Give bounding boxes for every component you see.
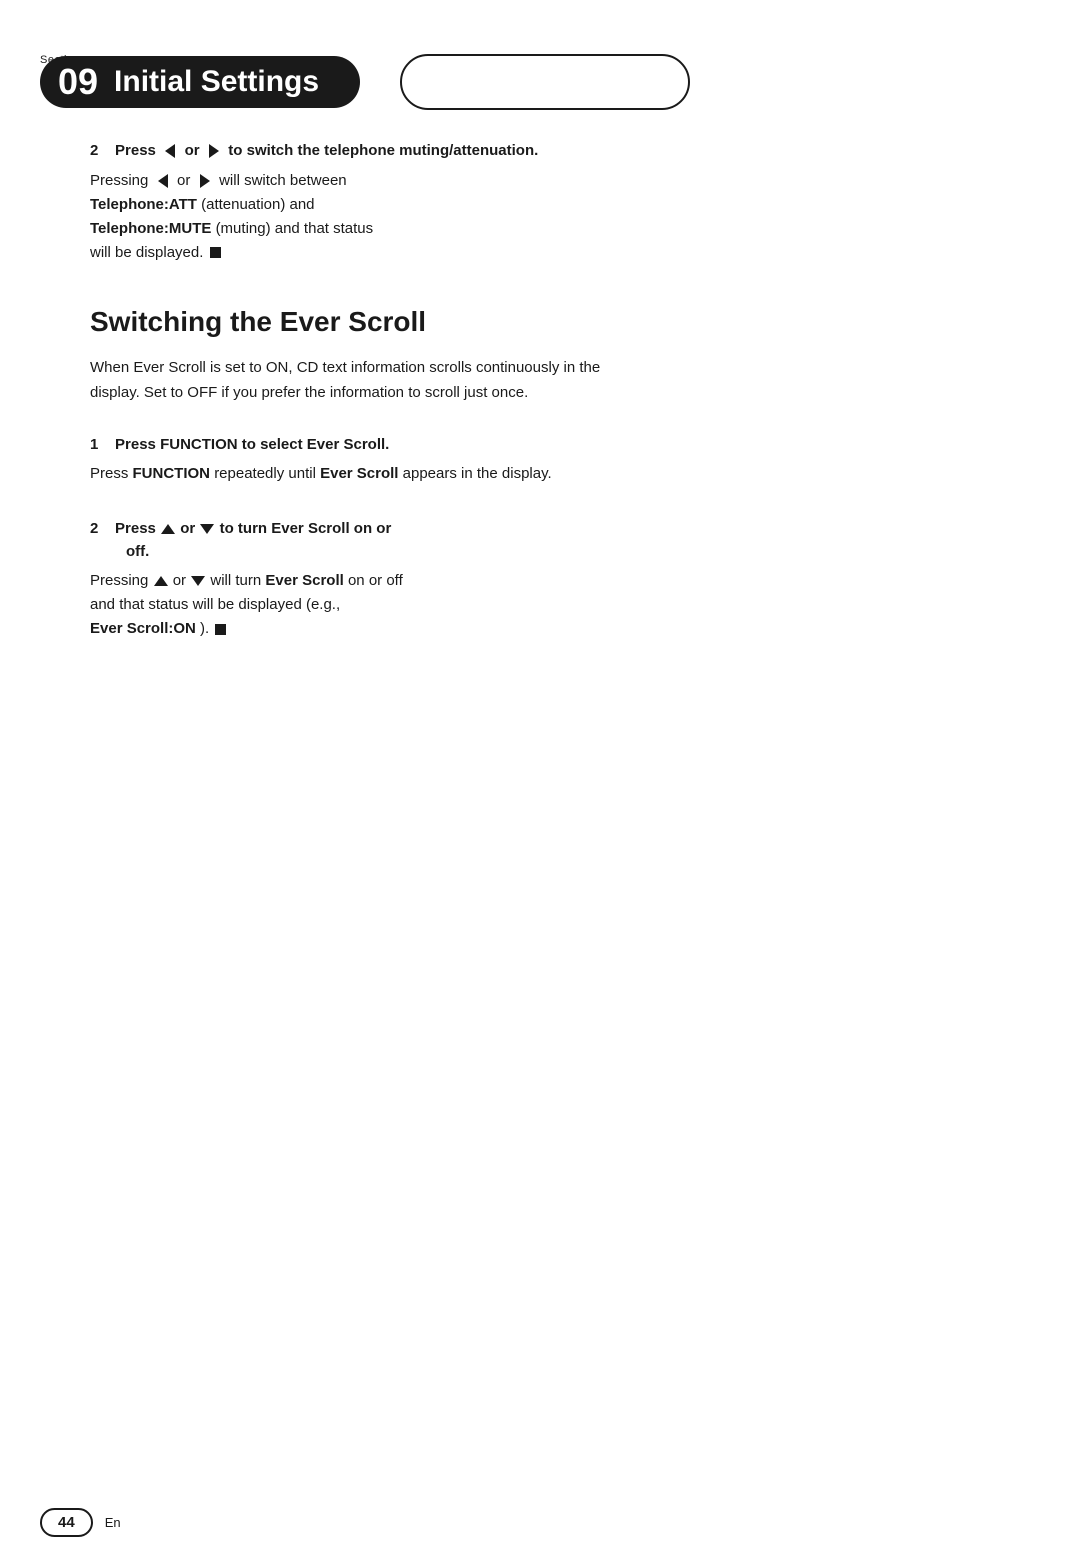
header-area: 09 Initial Settings bbox=[0, 36, 1080, 110]
ever-scroll-intro: When Ever Scroll is set to ON, CD text i… bbox=[90, 356, 610, 406]
step2-ever-scroll-block: 2 Press or to turn Ever Scroll on or off… bbox=[90, 518, 990, 641]
section-title: Initial Settings bbox=[114, 67, 319, 97]
arrow-right-2-icon bbox=[200, 174, 210, 188]
arrow-down-2-icon bbox=[191, 576, 205, 586]
step2-num: 2 bbox=[90, 142, 111, 159]
step1-function-bold: FUNCTION bbox=[133, 465, 211, 482]
step2-telephone-block: 2 Press or to switch the telephone mutin… bbox=[90, 140, 990, 265]
ever-scroll-on-label: Ever Scroll:ON bbox=[90, 620, 196, 637]
step2-es-body-on-off: on or off bbox=[348, 572, 403, 589]
step1-num: 1 bbox=[90, 436, 111, 453]
arrow-right-icon bbox=[209, 144, 219, 158]
step2-es-body-end: ). bbox=[200, 620, 209, 637]
step2-es-off: off. bbox=[90, 543, 149, 560]
step2-body-will-switch: will switch between bbox=[219, 172, 347, 189]
step2-es-num: 2 bbox=[90, 520, 111, 537]
step1-body-appears: appears in the display. bbox=[403, 465, 552, 482]
step2-es-body-will-turn: will turn bbox=[210, 572, 265, 589]
footer: 44 En bbox=[0, 1508, 1080, 1537]
step1-heading-suffix: to select Ever Scroll. bbox=[242, 436, 390, 453]
step1-function-body: Press FUNCTION repeatedly until Ever Scr… bbox=[90, 462, 990, 486]
telephone-att-suffix: (attenuation) and bbox=[201, 196, 314, 213]
arrow-left-2-icon bbox=[158, 174, 168, 188]
footer-language: En bbox=[105, 1515, 121, 1530]
telephone-mute-label: Telephone:MUTE bbox=[90, 220, 211, 237]
small-square-icon bbox=[210, 247, 221, 258]
step1-ever-scroll-bold: Ever Scroll bbox=[320, 465, 398, 482]
step2-telephone-heading: 2 Press or to switch the telephone mutin… bbox=[90, 140, 990, 163]
page-container: Section 09 Initial Settings 2 Press or t… bbox=[0, 36, 1080, 1565]
arrow-up-2-icon bbox=[154, 576, 168, 586]
step2-telephone-body: Pressing or will switch between Telephon… bbox=[90, 169, 990, 265]
step2-or-label: or bbox=[185, 142, 200, 159]
will-be-displayed: will be displayed. bbox=[90, 244, 203, 261]
step1-function-block: 1 Press FUNCTION to select Ever Scroll. … bbox=[90, 434, 990, 487]
switching-ever-scroll-heading: Switching the Ever Scroll bbox=[90, 305, 990, 339]
step2-ever-scroll-heading: 2 Press or to turn Ever Scroll on or off… bbox=[90, 518, 990, 563]
step2-es-body-ever-scroll: Ever Scroll bbox=[265, 572, 343, 589]
step1-body-repeatedly: repeatedly until bbox=[214, 465, 320, 482]
step2-heading-suffix: to switch the telephone muting/attenuati… bbox=[228, 142, 538, 159]
arrow-left-icon bbox=[165, 144, 175, 158]
header-right-box bbox=[400, 54, 690, 110]
step1-function-label: FUNCTION bbox=[160, 436, 238, 453]
section-badge: 09 Initial Settings bbox=[40, 56, 360, 108]
step2-es-heading-suffix: to turn Ever Scroll on or bbox=[220, 520, 392, 537]
content-area: 2 Press or to switch the telephone mutin… bbox=[0, 110, 1080, 713]
step1-function-heading: 1 Press FUNCTION to select Ever Scroll. bbox=[90, 434, 990, 457]
step2-es-body-and: and that status will be displayed (e.g., bbox=[90, 596, 340, 613]
step2-body-pressing: Pressing bbox=[90, 172, 148, 189]
telephone-att-label: Telephone:ATT bbox=[90, 196, 197, 213]
small-square-2-icon bbox=[215, 624, 226, 635]
arrow-up-icon bbox=[161, 524, 175, 534]
step2-es-or: or bbox=[180, 520, 199, 537]
step2-es-press: Press bbox=[115, 520, 160, 537]
step2-es-body-or: or bbox=[173, 572, 191, 589]
page-number-badge: 44 bbox=[40, 1508, 93, 1537]
step1-press-label: Press bbox=[115, 436, 160, 453]
telephone-mute-suffix: (muting) and that status bbox=[216, 220, 374, 237]
arrow-down-icon bbox=[200, 524, 214, 534]
step2-ever-scroll-body: Pressing or will turn Ever Scroll on or … bbox=[90, 569, 990, 641]
step2-body-or: or bbox=[177, 172, 190, 189]
section-number: 09 bbox=[58, 64, 98, 100]
step2-press-label: Press bbox=[115, 142, 156, 159]
step2-es-body-pressing: Pressing bbox=[90, 572, 153, 589]
step1-body-press: Press bbox=[90, 465, 133, 482]
